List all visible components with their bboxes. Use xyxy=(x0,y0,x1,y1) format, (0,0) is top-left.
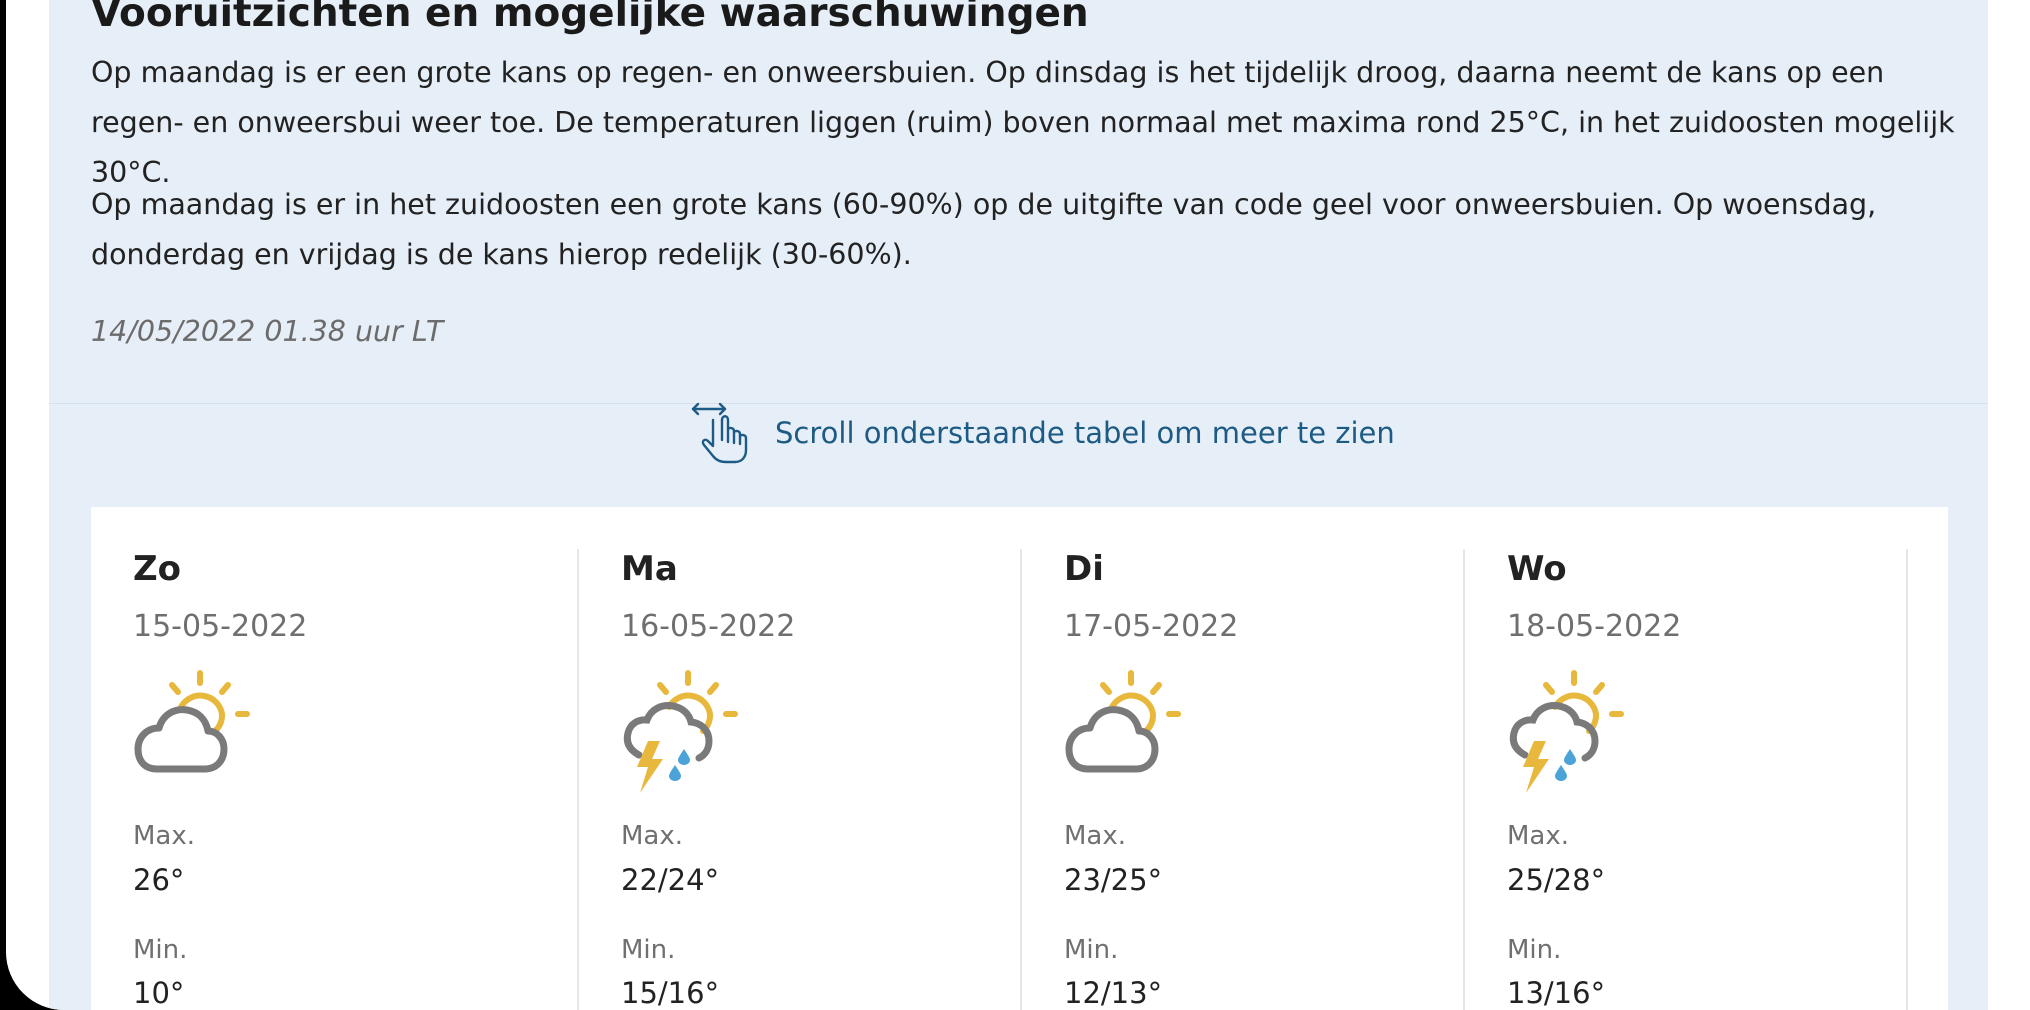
scroll-hint-text: Scroll onderstaande tabel om meer te zie… xyxy=(775,416,1395,450)
min-temperature: 13/16° xyxy=(1507,976,1606,1010)
browser-viewport: Vooruitzichten en mogelijke waarschuwing… xyxy=(6,0,2030,1010)
scroll-hand-icon xyxy=(691,398,757,468)
min-temperature: 12/13° xyxy=(1064,976,1163,1010)
scroll-hint: Scroll onderstaande tabel om meer te zie… xyxy=(691,398,1395,468)
outlook-paragraph-1: Op maandag is er een grote kans op regen… xyxy=(91,56,1955,189)
forecast-day-column: Zo 15-05-2022 Max. 26° Min. 10° xyxy=(133,549,533,1010)
min-label: Min. xyxy=(621,935,676,965)
sun-behind-cloud-icon xyxy=(133,669,253,799)
max-temperature: 25/28° xyxy=(1507,863,1606,897)
max-label: Max. xyxy=(621,821,684,851)
day-date: 15-05-2022 xyxy=(133,609,308,644)
day-date: 17-05-2022 xyxy=(1064,609,1239,644)
day-name: Zo xyxy=(133,549,182,589)
issued-timestamp: 14/05/2022 01.38 uur LT xyxy=(91,315,444,348)
day-name: Ma xyxy=(621,549,678,589)
min-label: Min. xyxy=(1064,935,1119,965)
day-name: Di xyxy=(1064,549,1104,589)
max-label: Max. xyxy=(1064,821,1127,851)
min-temperature: 10° xyxy=(133,976,185,1010)
outlook-heading: Vooruitzichten en mogelijke waarschuwing… xyxy=(91,0,1089,36)
forecast-day-column: Ma 16-05-2022 Max. 22/24° Min. 15/16° xyxy=(621,549,1021,1010)
outlook-paragraph-2: Op maandag is er in het zuidoosten een g… xyxy=(91,188,1877,271)
max-temperature: 22/24° xyxy=(621,863,720,897)
column-divider xyxy=(1020,549,1022,1010)
thunder-rain-sun-cloud-icon xyxy=(621,669,741,799)
max-label: Max. xyxy=(1507,821,1570,851)
forecast-day-column: Di 17-05-2022 Max. 23/25° Min. 12/13° xyxy=(1064,549,1464,1010)
column-divider xyxy=(1906,549,1908,1010)
forecast-day-column: Wo 18-05-2022 Max. 25/28° Min. 13/16° xyxy=(1507,549,1907,1010)
sun-behind-cloud-icon xyxy=(1064,669,1184,799)
day-date: 16-05-2022 xyxy=(621,609,796,644)
column-divider xyxy=(577,549,579,1010)
outlook-panel: Vooruitzichten en mogelijke waarschuwing… xyxy=(49,0,1988,1010)
max-label: Max. xyxy=(133,821,196,851)
min-temperature: 15/16° xyxy=(621,976,720,1010)
forecast-table[interactable]: Zo 15-05-2022 Max. 26° Min. 10° Ma 16-05… xyxy=(91,507,1948,1010)
column-divider xyxy=(1463,549,1465,1010)
max-temperature: 26° xyxy=(133,863,185,897)
day-name: Wo xyxy=(1507,549,1567,589)
min-label: Min. xyxy=(133,935,188,965)
day-date: 18-05-2022 xyxy=(1507,609,1682,644)
thunder-rain-sun-cloud-icon xyxy=(1507,669,1627,799)
min-label: Min. xyxy=(1507,935,1562,965)
max-temperature: 23/25° xyxy=(1064,863,1163,897)
